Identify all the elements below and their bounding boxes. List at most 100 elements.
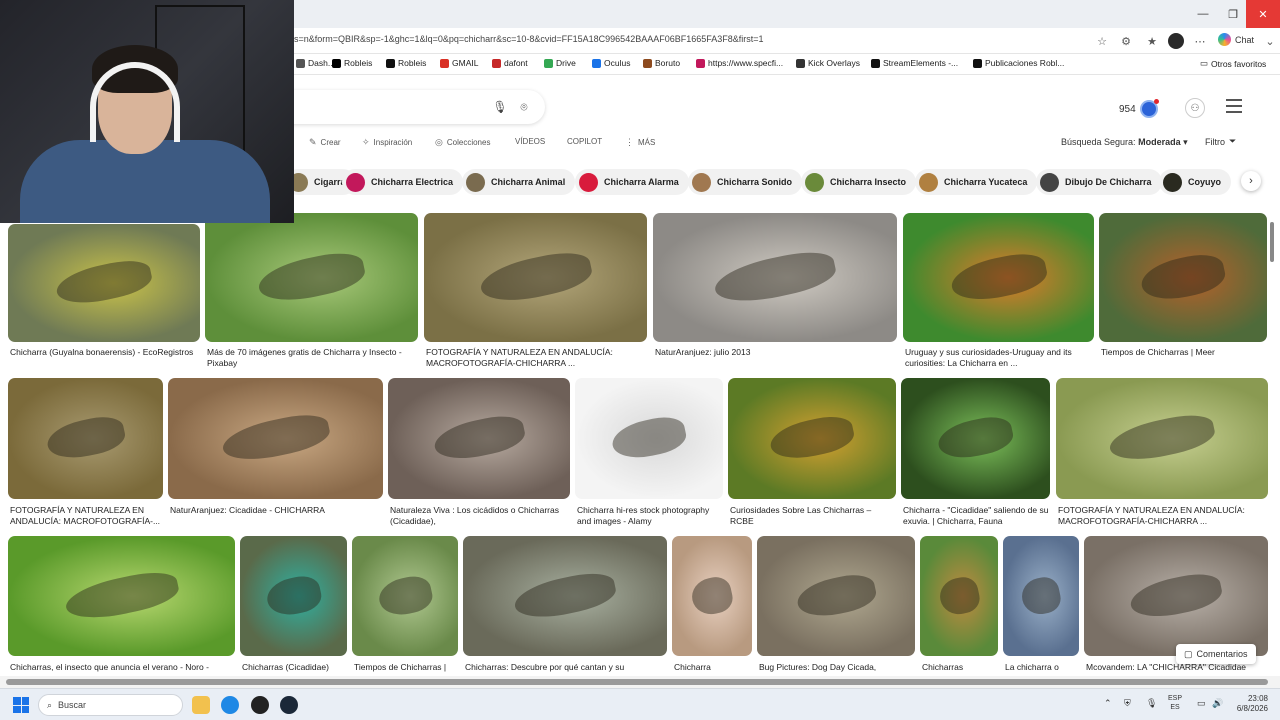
chevron-right-icon[interactable]: › [1241,171,1261,191]
file-explorer-icon[interactable] [192,696,210,714]
image-result-thumbnail[interactable] [240,536,347,656]
clock[interactable]: 23:08 6/8/2026 [1230,694,1268,714]
close-button[interactable]: ✕ [1246,0,1280,28]
taskbar-search[interactable]: ⌕ Buscar [38,694,183,716]
microphone-icon[interactable]: 🎙 [492,99,508,115]
image-result-caption[interactable]: FOTOGRAFÍA Y NATURALEZA EN ANDALUCÍA: MA… [10,505,162,527]
tab-copilot[interactable]: COPILOT [567,137,602,146]
image-result-caption[interactable]: Chicharra (Guyalna bonaerensis) - EcoReg… [10,347,200,369]
image-result-caption[interactable]: Más de 70 imágenes gratis de Chicharra y… [207,347,417,369]
bookmark-item[interactable]: dafont [492,58,528,68]
bookmark-item[interactable]: Oculus [592,58,630,68]
extensions-icon[interactable]: ⚙ [1118,33,1134,49]
hamburger-menu-icon[interactable] [1226,99,1242,113]
star-icon[interactable]: ☆ [1094,33,1110,49]
image-result-thumbnail[interactable] [463,536,667,656]
chip-chicharra-insecto[interactable]: Chicharra Insecto [801,169,917,195]
image-result-thumbnail[interactable] [8,536,235,656]
image-result-thumbnail[interactable] [168,378,383,499]
image-result-thumbnail[interactable] [1099,213,1267,342]
microphone-icon[interactable]: 🎙 [1146,698,1157,709]
inspiracion-button[interactable]: ✧ Inspiración [362,137,412,148]
bookmark-item[interactable]: StreamElements -... [871,58,958,68]
url-field[interactable]: s=n&form=QBIR&sp=-1&ghc=1&lq=0&pq=chicha… [294,34,764,44]
user-icon[interactable]: ⚇ [1185,98,1205,118]
visual-search-icon[interactable]: ⌾ [516,99,532,115]
image-result-thumbnail[interactable] [1056,378,1268,499]
image-result-thumbnail[interactable] [1003,536,1079,656]
image-result-thumbnail[interactable] [920,536,998,656]
bookmark-item[interactable]: Robleis [386,58,426,68]
bookmark-item[interactable]: https://www.specfi... [696,58,783,68]
bookmark-item[interactable]: Drive [544,58,576,68]
chip-chicharra-alarma[interactable]: Chicharra Alarma [575,169,689,195]
horizontal-scrollbar[interactable] [0,676,1280,688]
comment-icon: ▢ [1184,648,1193,659]
vertical-scrollbar[interactable] [1268,212,1276,682]
image-result-thumbnail[interactable] [8,378,163,499]
image-result-thumbnail[interactable] [653,213,897,342]
chat-button[interactable]: Chat [1218,33,1254,46]
image-result-caption[interactable]: Curiosidades Sobre Las Chicharras – RCBE [730,505,895,527]
security-icon[interactable]: ⛨ [1124,698,1131,709]
image-result-thumbnail[interactable] [1084,536,1268,656]
bookmark-item[interactable]: Publicaciones Robl... [973,58,1064,68]
steam-icon[interactable] [280,696,298,714]
profile-avatar[interactable] [1168,33,1184,49]
other-favorites[interactable]: ▭ Otros favoritos [1200,58,1266,69]
tab-videos[interactable]: VÍDEOS [515,137,545,146]
chevron-up-icon[interactable]: ⌃ [1104,698,1112,709]
image-result-thumbnail[interactable] [575,378,723,499]
windows-start-icon[interactable] [13,697,29,713]
tab-more[interactable]: ⋮ MÁS [625,137,655,148]
favorites-icon[interactable]: ★ [1144,33,1160,49]
image-result-thumbnail[interactable] [672,536,752,656]
image-result-thumbnail[interactable] [728,378,896,499]
bookmark-item[interactable]: Kick Overlays [796,58,860,68]
language-indicator[interactable]: ESP ES [1168,694,1182,712]
image-result-thumbnail[interactable] [757,536,915,656]
colecciones-button[interactable]: ◎ Colecciones [435,137,490,148]
image-result-thumbnail[interactable] [352,536,458,656]
image-result-caption[interactable]: FOTOGRAFÍA Y NATURALEZA EN ANDALUCÍA: MA… [1058,505,1268,527]
chip-chicharra-electrica[interactable]: Chicharra Electrica [342,169,464,195]
comments-button[interactable]: ▢ Comentarios [1176,644,1256,664]
image-result-caption[interactable]: Tiempos de Chicharras | Meer [1101,347,1266,369]
more-options-icon[interactable]: ⋯ [1192,33,1208,49]
image-result-caption[interactable]: Naturaleza Viva : Los cicádidos o Chicha… [390,505,568,527]
restore-button[interactable]: ❐ [1218,0,1248,28]
rewards-button[interactable]: 954 [1119,99,1159,118]
image-result-caption[interactable]: NaturAranjuez: julio 2013 [655,347,895,369]
image-result-caption[interactable]: NaturAranjuez: Cicadidae - CHICHARRA [170,505,380,527]
image-result-caption[interactable]: Uruguay y sus curiosidades-Uruguay and i… [905,347,1095,369]
image-result-caption[interactable]: Chicharra - "Cicadidae" saliendo de su e… [903,505,1050,527]
minimize-button[interactable]: — [1188,0,1218,28]
create-icon: ✎ [309,137,317,147]
bookmark-item[interactable]: GMAIL [440,58,478,68]
image-result-thumbnail[interactable] [8,224,200,342]
edge-browser-icon[interactable] [221,696,239,714]
image-result-thumbnail[interactable] [901,378,1050,499]
crear-button[interactable]: ✎ Crear [309,137,341,148]
image-result-caption[interactable]: FOTOGRAFÍA Y NATURALEZA EN ANDALUCÍA: MA… [426,347,646,369]
volume-icon[interactable]: 🔊 [1212,698,1223,709]
bookmark-item[interactable]: Robleis [332,58,372,68]
image-result-thumbnail[interactable] [388,378,570,499]
safe-search-control[interactable]: Búsqueda Segura: Moderada ▾ [1061,137,1188,148]
cicada-shape [947,248,1050,307]
chip-chicharra-yucateca[interactable]: Chicharra Yucateca [915,169,1038,195]
obs-icon[interactable] [251,696,269,714]
bookmark-item[interactable]: Boruto [643,58,680,68]
filter-button[interactable]: Filtro ⏷ [1205,136,1236,147]
image-result-thumbnail[interactable] [903,213,1094,342]
chip-coyuyo[interactable]: Coyuyo [1159,169,1232,195]
network-icon[interactable]: ▭ [1197,698,1206,709]
bookmark-item[interactable]: Dash... [296,58,335,68]
chip-chicharra-sonido[interactable]: Chicharra Sonido [688,169,803,195]
chip-chicharra-animal[interactable]: Chicharra Animal [462,169,576,195]
chip-dibujo-de-chicharra[interactable]: Dibujo De Chicharra [1036,169,1162,195]
image-result-thumbnail[interactable] [205,213,418,342]
image-result-caption[interactable]: Chicharra hi-res stock photography and i… [577,505,722,527]
image-result-thumbnail[interactable] [424,213,647,342]
chevron-down-icon[interactable]: ⌄ [1262,33,1278,49]
